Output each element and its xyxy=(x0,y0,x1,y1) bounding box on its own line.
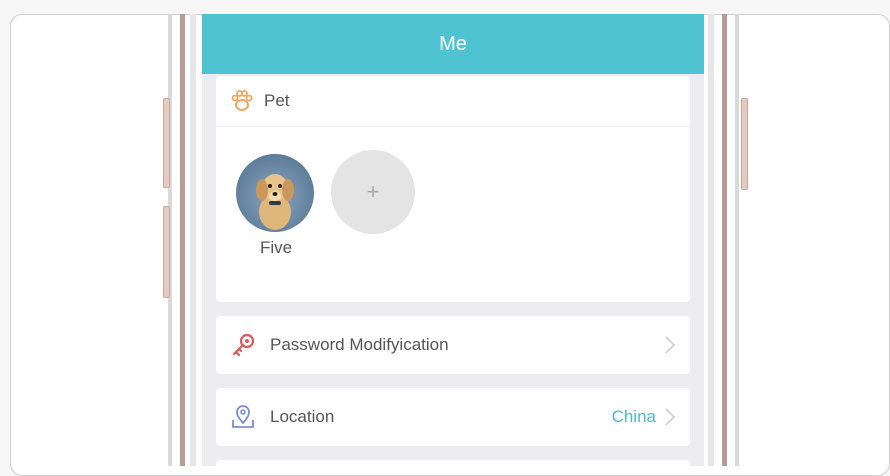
pet-avatar[interactable] xyxy=(236,154,314,232)
dog-photo xyxy=(256,174,294,230)
pet-section-label: Pet xyxy=(264,91,290,110)
phone-frame-edge xyxy=(180,14,185,466)
phone-screen: Me Pet Five + Password Modifyication Loc… xyxy=(202,14,704,466)
page-title: Me xyxy=(439,32,467,55)
location-row[interactable]: Location China xyxy=(216,388,690,446)
phone-frame-edge xyxy=(722,14,727,466)
pet-item[interactable]: Five xyxy=(236,154,316,258)
phone-volume-button xyxy=(163,98,170,188)
phone-power-button xyxy=(741,98,748,190)
app-header: Me xyxy=(202,14,704,74)
phone-volume-button xyxy=(163,206,170,298)
pet-card: Pet Five + xyxy=(216,76,690,302)
location-pin-icon xyxy=(232,405,254,428)
location-label: Location xyxy=(270,407,335,426)
phone-frame-edge xyxy=(735,14,739,466)
phone-frame-edge xyxy=(708,14,714,466)
chevron-right-icon xyxy=(665,336,676,354)
plus-icon: + xyxy=(366,179,380,204)
add-pet-button[interactable]: + xyxy=(331,150,415,234)
chevron-right-icon xyxy=(665,408,676,426)
location-value: China xyxy=(611,407,656,426)
next-row-partial[interactable] xyxy=(216,460,690,466)
password-row[interactable]: Password Modifyication xyxy=(216,316,690,374)
paw-icon xyxy=(231,90,253,111)
pet-name: Five xyxy=(259,238,293,257)
pet-section-header: Pet xyxy=(216,76,690,127)
password-label: Password Modifyication xyxy=(270,335,449,354)
key-icon xyxy=(232,333,255,357)
phone-frame-edge xyxy=(190,14,196,466)
